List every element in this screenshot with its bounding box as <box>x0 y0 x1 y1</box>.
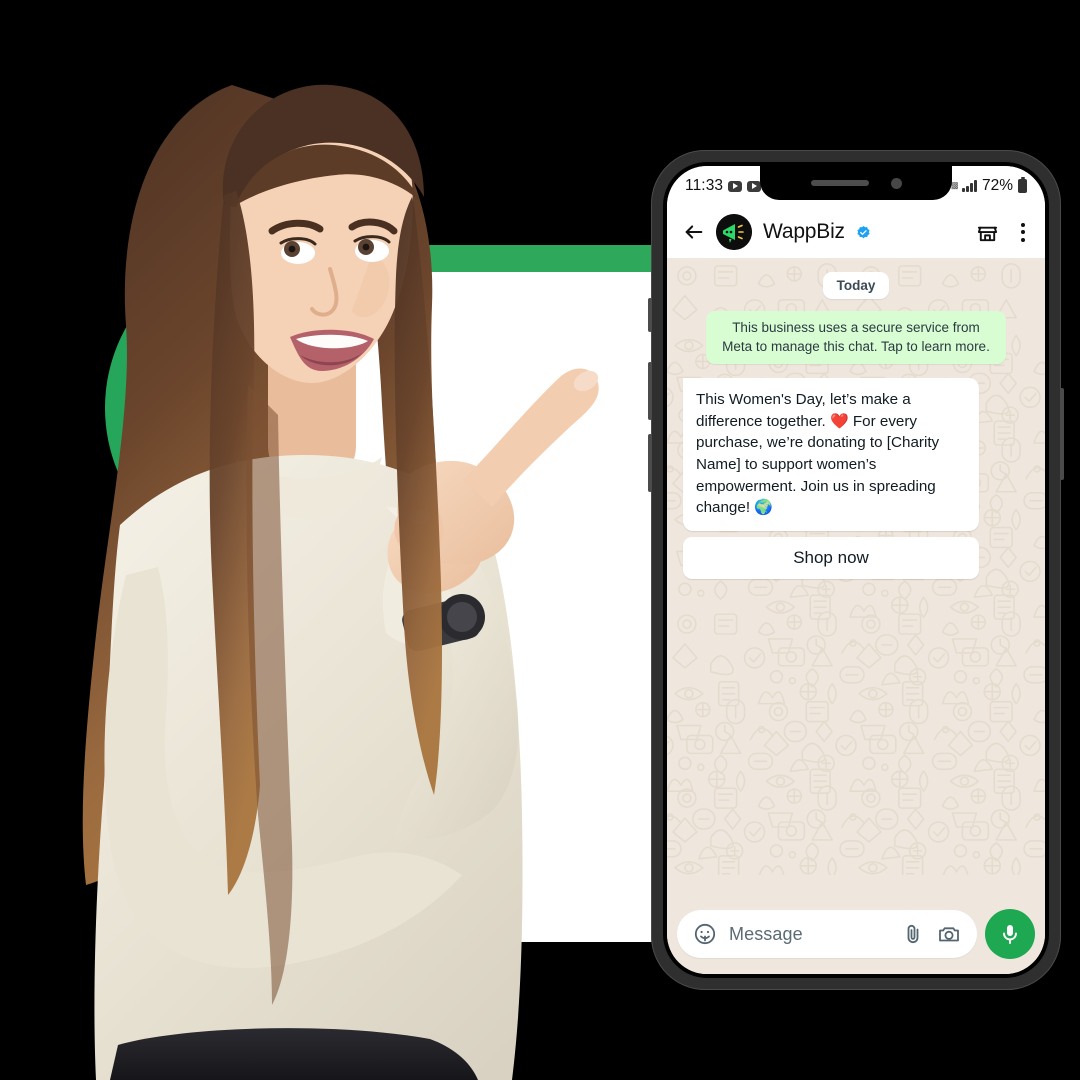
message-placeholder: Message <box>729 923 803 944</box>
meta-security-notice[interactable]: This business uses a secure service from… <box>706 311 1006 365</box>
presenter-photo <box>0 55 600 1080</box>
camera-icon[interactable] <box>937 922 961 946</box>
chat-header-actions <box>976 221 1029 244</box>
phone-screen: 11:33 ▩ 72% WappBiz Today This business … <box>667 166 1045 974</box>
phone-bezel: 11:33 ▩ 72% WappBiz Today This business … <box>663 162 1049 978</box>
heart-emoji: ❤️ <box>829 412 849 430</box>
back-arrow-icon[interactable] <box>683 221 705 243</box>
sticker-emoji-icon[interactable] <box>693 922 717 946</box>
chat-message-area: Today This business uses a secure servic… <box>667 258 1045 902</box>
earpiece-speaker-icon <box>810 180 869 186</box>
chat-header: WappBiz <box>667 206 1045 258</box>
status-time: 11:33 <box>685 177 724 194</box>
phone-silent-switch[interactable] <box>648 298 652 332</box>
day-divider: Today <box>822 272 890 299</box>
storefront-icon[interactable] <box>976 221 999 244</box>
contact-name[interactable]: WappBiz <box>763 220 845 244</box>
signal-bars-icon <box>962 180 977 192</box>
chat-content: Today This business uses a secure servic… <box>679 272 1033 579</box>
message-input-field[interactable]: Message <box>677 910 977 958</box>
phone-power-button[interactable] <box>1060 388 1064 480</box>
message-input-bar: Message <box>667 902 1045 974</box>
globe-emoji: 🌍 <box>754 499 773 517</box>
verified-badge-icon <box>856 225 871 240</box>
youtube-icon <box>728 180 743 192</box>
phone-volume-up-button[interactable] <box>648 362 652 420</box>
voice-record-button[interactable] <box>985 909 1035 959</box>
status-bar-left: 11:33 <box>685 177 762 195</box>
phone-volume-down-button[interactable] <box>648 434 652 492</box>
paperclip-icon[interactable] <box>901 922 925 946</box>
battery-icon <box>1018 176 1027 193</box>
contact-avatar[interactable] <box>716 214 752 250</box>
status-bar-right: ▩ 72% <box>951 176 1027 195</box>
shop-now-button[interactable]: Shop now <box>683 536 979 579</box>
battery-percent: 72% <box>981 177 1013 194</box>
kebab-menu-icon[interactable] <box>1017 221 1029 244</box>
front-camera-icon <box>890 177 902 189</box>
phone-notch <box>760 166 952 200</box>
youtube-icon <box>747 180 762 192</box>
phone-mockup: 11:33 ▩ 72% WappBiz Today This business … <box>648 150 1064 990</box>
message-bubble: This Women's Day, let’s make a differenc… <box>683 378 979 531</box>
